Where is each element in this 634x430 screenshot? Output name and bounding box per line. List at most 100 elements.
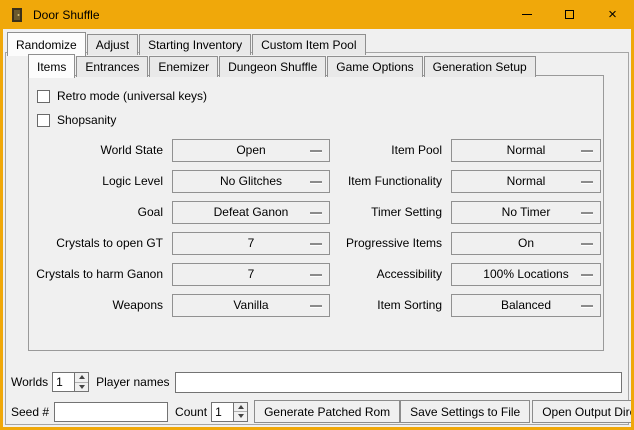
- accessibility-label: Accessibility: [330, 267, 442, 281]
- save-settings-button[interactable]: Save Settings to File: [400, 400, 530, 423]
- dropdown-indicator-icon: [581, 274, 593, 276]
- tab-items[interactable]: Items: [28, 54, 75, 78]
- maximize-button[interactable]: [548, 0, 591, 29]
- main-tab-bar: Randomize Adjust Starting Inventory Cust…: [7, 32, 367, 55]
- timer-setting-value: No Timer: [502, 205, 551, 219]
- titlebar[interactable]: Door Shuffle ×: [0, 0, 634, 29]
- item-functionality-label: Item Functionality: [330, 174, 442, 188]
- dropdown-indicator-icon: [581, 181, 593, 183]
- weapons-value: Vanilla: [233, 298, 268, 312]
- open-output-directory-button[interactable]: Open Output Directory: [532, 400, 631, 423]
- tab-randomize[interactable]: Randomize: [7, 32, 86, 56]
- tab-enemizer[interactable]: Enemizer: [149, 56, 218, 77]
- retro-mode-label: Retro mode (universal keys): [57, 89, 207, 103]
- count-spinner: [211, 402, 248, 422]
- worlds-input[interactable]: [52, 372, 74, 392]
- count-spin-buttons: [233, 402, 248, 422]
- item-sorting-label: Item Sorting: [330, 298, 442, 312]
- dropdown-indicator-icon: [581, 305, 593, 307]
- logic-level-value: No Glitches: [220, 174, 282, 188]
- progressive-items-dropdown[interactable]: On: [451, 232, 601, 255]
- crystals-harm-ganon-label: Crystals to harm Ganon: [35, 267, 163, 281]
- dropdown-indicator-icon: [310, 150, 322, 152]
- shopsanity-row: Shopsanity: [35, 110, 601, 130]
- tab-game-options[interactable]: Game Options: [327, 56, 422, 77]
- player-names-input[interactable]: [175, 372, 623, 393]
- accessibility-dropdown[interactable]: 100% Locations: [451, 263, 601, 286]
- count-spin-up-button[interactable]: [234, 403, 247, 412]
- worlds-spin-buttons: [74, 372, 89, 392]
- randomize-pane: Items Entrances Enemizer Dungeon Shuffle…: [5, 52, 629, 425]
- goal-dropdown[interactable]: Defeat Ganon: [172, 201, 330, 224]
- item-sorting-value: Balanced: [501, 298, 551, 312]
- arrow-down-icon: [238, 414, 244, 418]
- count-spin-down-button[interactable]: [234, 411, 247, 421]
- item-sorting-dropdown[interactable]: Balanced: [451, 294, 601, 317]
- weapons-label: Weapons: [35, 298, 163, 312]
- tab-generation-setup[interactable]: Generation Setup: [424, 56, 536, 77]
- arrow-up-icon: [79, 375, 85, 379]
- progressive-items-value: On: [518, 236, 534, 250]
- field-row: Crystals to harm Ganon 7 Accessibility 1…: [35, 262, 601, 286]
- shopsanity-checkbox[interactable]: [37, 114, 50, 127]
- worlds-spin-up-button[interactable]: [75, 373, 88, 382]
- generate-patched-rom-button[interactable]: Generate Patched Rom: [254, 400, 400, 423]
- crystals-open-gt-dropdown[interactable]: 7: [172, 232, 330, 255]
- tab-entrances[interactable]: Entrances: [76, 56, 148, 77]
- items-pane: Retro mode (universal keys) Shopsanity W…: [28, 75, 604, 351]
- sub-tab-bar: Items Entrances Enemizer Dungeon Shuffle…: [28, 54, 537, 77]
- crystals-open-gt-value: 7: [248, 236, 255, 250]
- item-pool-value: Normal: [507, 143, 546, 157]
- item-functionality-dropdown[interactable]: Normal: [451, 170, 601, 193]
- dropdown-indicator-icon: [310, 305, 322, 307]
- arrow-down-icon: [79, 385, 85, 389]
- tab-starting-inventory[interactable]: Starting Inventory: [139, 34, 251, 55]
- dropdown-indicator-icon: [581, 212, 593, 214]
- crystals-open-gt-label: Crystals to open GT: [35, 236, 163, 250]
- tab-dungeon-shuffle[interactable]: Dungeon Shuffle: [219, 56, 326, 77]
- seed-label: Seed #: [11, 405, 49, 419]
- window-title: Door Shuffle: [33, 8, 100, 22]
- shopsanity-label: Shopsanity: [57, 113, 116, 127]
- count-input[interactable]: [211, 402, 233, 422]
- dropdown-indicator-icon: [310, 212, 322, 214]
- count-label: Count: [175, 405, 207, 419]
- dropdown-indicator-icon: [581, 150, 593, 152]
- timer-setting-label: Timer Setting: [330, 205, 442, 219]
- goal-value: Defeat Ganon: [214, 205, 289, 219]
- dropdown-indicator-icon: [310, 181, 322, 183]
- player-names-label: Player names: [96, 375, 169, 389]
- accessibility-value: 100% Locations: [483, 267, 568, 281]
- client-area: Randomize Adjust Starting Inventory Cust…: [3, 29, 631, 427]
- generation-row: Seed # Count Generate Patched Rom Save S…: [6, 400, 628, 423]
- crystals-harm-ganon-value: 7: [248, 267, 255, 281]
- field-row: Crystals to open GT 7 Progressive Items …: [35, 231, 601, 255]
- retro-mode-checkbox[interactable]: [37, 90, 50, 103]
- field-row: Weapons Vanilla Item Sorting Balanced: [35, 293, 601, 317]
- logic-level-dropdown[interactable]: No Glitches: [172, 170, 330, 193]
- item-pool-dropdown[interactable]: Normal: [451, 139, 601, 162]
- weapons-dropdown[interactable]: Vanilla: [172, 294, 330, 317]
- item-functionality-value: Normal: [507, 174, 546, 188]
- tab-adjust[interactable]: Adjust: [87, 34, 138, 55]
- worlds-spin-down-button[interactable]: [75, 382, 88, 392]
- logic-level-label: Logic Level: [35, 174, 163, 188]
- minimize-icon: [522, 14, 532, 15]
- crystals-harm-ganon-dropdown[interactable]: 7: [172, 263, 330, 286]
- field-row: World State Open Item Pool Normal: [35, 138, 601, 162]
- window: Door Shuffle × Randomize Adjust Starting…: [0, 0, 634, 430]
- world-state-value: Open: [236, 143, 265, 157]
- tab-custom-item-pool[interactable]: Custom Item Pool: [252, 34, 365, 55]
- window-controls: ×: [505, 0, 634, 29]
- close-button[interactable]: ×: [591, 0, 634, 29]
- seed-input[interactable]: [54, 402, 168, 422]
- goal-label: Goal: [35, 205, 163, 219]
- timer-setting-dropdown[interactable]: No Timer: [451, 201, 601, 224]
- worlds-label: Worlds: [11, 375, 48, 389]
- close-icon: ×: [608, 7, 617, 22]
- world-state-dropdown[interactable]: Open: [172, 139, 330, 162]
- field-row: Goal Defeat Ganon Timer Setting No Timer: [35, 200, 601, 224]
- app-icon: [9, 7, 25, 23]
- minimize-button[interactable]: [505, 0, 548, 29]
- item-pool-label: Item Pool: [330, 143, 442, 157]
